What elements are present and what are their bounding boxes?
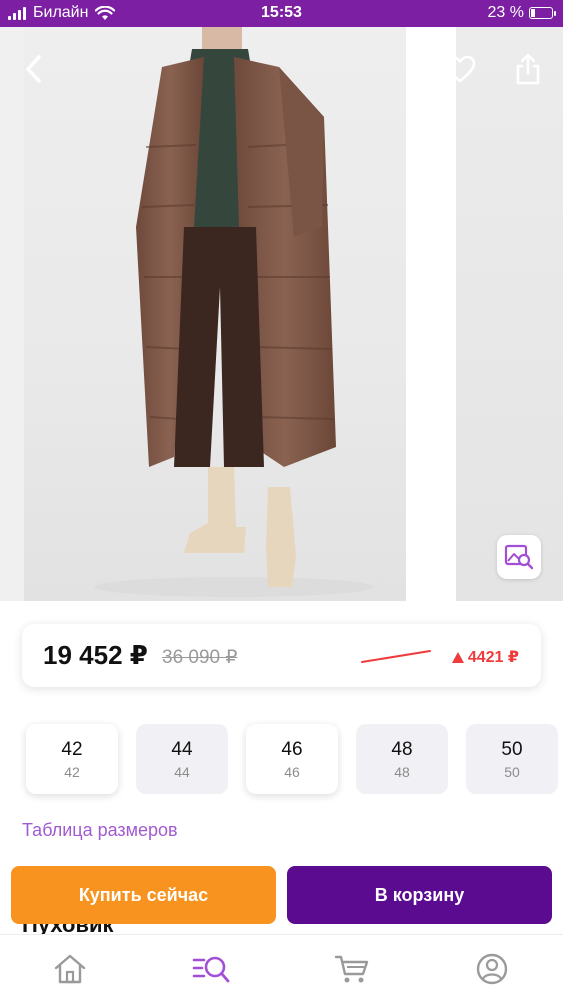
price-trend-line [361, 650, 431, 663]
price-card: 19 452 ₽ 36 090 ₽ 4421 ₽ [22, 624, 541, 687]
size-option[interactable]: 44 44 [136, 724, 228, 794]
profile-icon [476, 953, 508, 985]
size-option[interactable]: 50 50 [466, 724, 558, 794]
action-bar: Купить сейчас В корзину [0, 866, 563, 930]
next-product-photo[interactable] [456, 27, 563, 601]
tab-profile[interactable] [472, 951, 512, 987]
current-price: 19 452 ₽ [43, 640, 148, 670]
size-ru: 42 [61, 738, 83, 760]
tab-home[interactable] [50, 951, 90, 987]
price-change: 4421 ₽ [451, 647, 519, 667]
back-button[interactable] [14, 49, 54, 89]
tab-catalog[interactable] [191, 951, 231, 987]
chevron-left-icon [26, 55, 41, 83]
size-ru: 50 [501, 738, 523, 760]
size-selector: 42 42 44 44 46 46 48 48 50 50 [26, 724, 558, 794]
catalog-search-icon [192, 956, 230, 983]
image-search-icon [504, 544, 534, 570]
battery-icon [529, 7, 556, 19]
size-eu: 50 [504, 763, 520, 780]
photo-search-button[interactable] [497, 535, 541, 579]
add-to-cart-button[interactable]: В корзину [287, 866, 552, 924]
size-option[interactable]: 48 48 [356, 724, 448, 794]
bottom-navigation [0, 934, 563, 1000]
product-gallery[interactable] [0, 27, 563, 601]
share-button[interactable] [508, 49, 548, 89]
size-ru: 48 [391, 738, 413, 760]
size-eu: 44 [174, 763, 190, 780]
old-price: 36 090 ₽ [162, 647, 238, 668]
coat-illustration [94, 27, 374, 597]
gallery-gap [406, 27, 456, 601]
size-option[interactable]: 42 42 [26, 724, 118, 794]
size-table-link[interactable]: Таблица размеров [22, 820, 178, 841]
status-bar: Билайн 15:53 23 % [0, 0, 563, 27]
heart-outline-icon [444, 55, 476, 83]
home-icon [54, 954, 86, 984]
size-ru: 44 [171, 738, 193, 760]
price-change-value: 4421 ₽ [467, 649, 519, 666]
size-eu: 46 [284, 763, 300, 780]
triangle-up-icon [451, 651, 464, 663]
share-icon [516, 53, 540, 85]
status-right: 23 % [487, 4, 556, 22]
buy-now-button[interactable]: Купить сейчас [11, 866, 276, 924]
size-option[interactable]: 46 46 [246, 724, 338, 794]
battery-percent: 23 % [487, 4, 524, 21]
cart-icon [334, 955, 369, 983]
size-eu: 42 [64, 763, 80, 780]
status-time: 15:53 [261, 4, 302, 21]
tab-cart[interactable] [332, 951, 372, 987]
favorite-button[interactable] [440, 49, 480, 89]
size-ru: 46 [281, 738, 303, 760]
product-photo[interactable] [24, 27, 406, 601]
size-eu: 48 [394, 763, 410, 780]
